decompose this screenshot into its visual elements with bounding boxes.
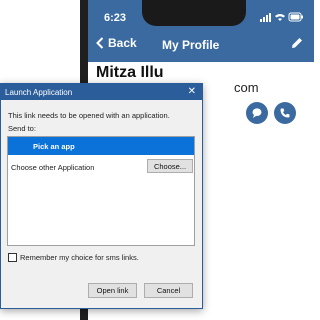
back-button[interactable]: Back: [96, 36, 137, 50]
app-list-item-pick-an-app[interactable]: Pick an app: [8, 137, 194, 155]
profile-name: Mitza Illu: [96, 64, 164, 81]
choose-button[interactable]: Choose...: [147, 159, 193, 173]
app-list: Pick an app Choose other Application Cho…: [7, 136, 195, 246]
phone-icon: [280, 108, 290, 118]
app-list-item-label: Pick an app: [33, 142, 75, 151]
app-list-item-choose-other[interactable]: Choose other Application Choose...: [8, 156, 194, 178]
page-title: My Profile: [162, 38, 220, 52]
app-list-item-label: Choose other Application: [11, 163, 95, 172]
checkbox-box[interactable]: [8, 253, 17, 262]
chat-bubble-icon: [252, 108, 262, 118]
dialog-titlebar: Launch Application ✕: [1, 84, 202, 100]
remember-choice-label: Remember my choice for sms links.: [20, 253, 139, 262]
remember-choice-checkbox[interactable]: Remember my choice for sms links.: [8, 253, 139, 262]
phone-notch: [142, 0, 246, 26]
send-to-label: Send to:: [8, 124, 36, 133]
dialog-title: Launch Application: [5, 87, 73, 97]
battery-icon: [288, 12, 303, 22]
status-icons: [260, 12, 303, 22]
status-time: 6:23: [104, 12, 127, 24]
dialog-message: This link needs to be opened with an app…: [8, 111, 170, 120]
profile-email[interactable]: com: [234, 80, 259, 95]
call-button[interactable]: [274, 102, 296, 124]
launch-application-dialog: Launch Application ✕ This link needs to …: [0, 83, 203, 309]
cancel-button[interactable]: Cancel: [144, 283, 193, 298]
open-link-button[interactable]: Open link: [88, 283, 137, 298]
chevron-left-icon: [96, 37, 104, 49]
message-button[interactable]: [246, 102, 268, 124]
edit-pencil-icon[interactable]: [290, 36, 304, 50]
wifi-icon: [275, 14, 285, 21]
back-label: Back: [108, 36, 137, 50]
app-header: 6:23 Back My Profile: [88, 0, 314, 62]
close-icon[interactable]: ✕: [188, 86, 196, 98]
signal-icon: [260, 13, 271, 22]
